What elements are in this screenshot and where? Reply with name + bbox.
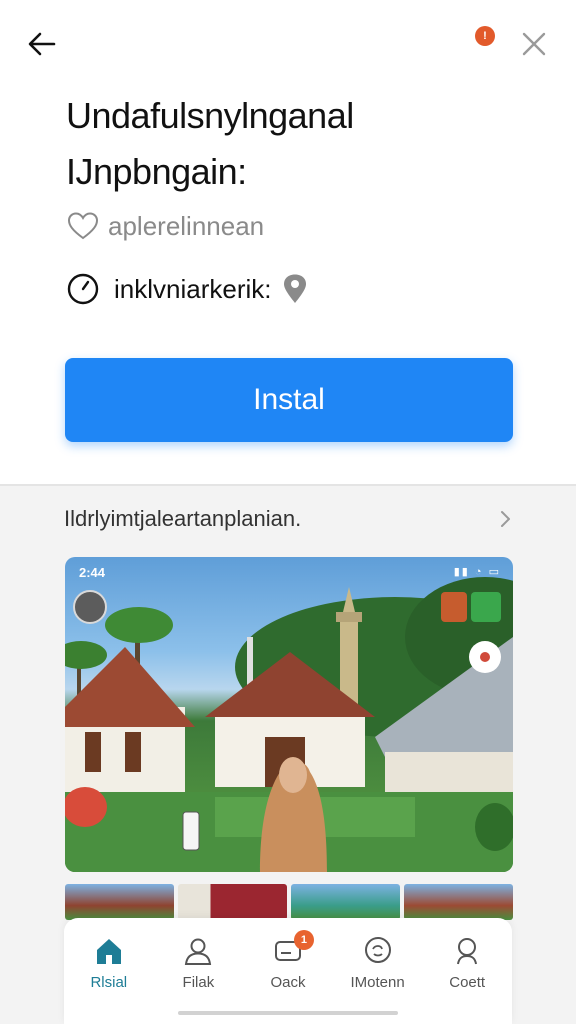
nav-label-chat: IMotenn bbox=[350, 974, 405, 991]
bottom-navigation: Rlsial Filak 1 Oack IMotenn Coett bbox=[64, 918, 512, 1024]
clock-icon bbox=[67, 273, 99, 305]
thumbnail-1[interactable] bbox=[65, 884, 174, 920]
close-icon[interactable] bbox=[516, 26, 552, 62]
notification-badge[interactable]: ! bbox=[475, 26, 495, 46]
village-scene-illustration bbox=[65, 577, 513, 872]
chevron-right-icon[interactable] bbox=[494, 508, 516, 530]
favorite-row[interactable]: aplerelinnean bbox=[66, 210, 264, 242]
avatar bbox=[73, 590, 107, 624]
home-indicator bbox=[178, 1011, 398, 1015]
status-bar-time: 2:44 bbox=[79, 565, 106, 580]
heart-icon bbox=[67, 212, 99, 240]
app-title: Undafulsnylnganal IJnpbngain: bbox=[66, 88, 536, 200]
thumbnail-3[interactable] bbox=[291, 884, 400, 920]
favorite-label: aplerelinnean bbox=[108, 210, 265, 241]
thumbnail-4[interactable] bbox=[404, 884, 513, 920]
chat-icon bbox=[364, 937, 391, 963]
search-icon bbox=[457, 938, 478, 965]
person-icon bbox=[185, 938, 212, 965]
info-row: inklvniarkerik: bbox=[66, 272, 308, 306]
app-detail-sheet: ! Undafulsnylnganal IJnpbngain: aplereli… bbox=[0, 0, 576, 484]
back-arrow-icon[interactable] bbox=[24, 26, 60, 62]
app-title-line1: Undafulsnylnganal bbox=[66, 95, 354, 136]
nav-label-card: Oack bbox=[270, 974, 306, 991]
screenshots-section-header[interactable]: Ildrlyimtjaleartanplanian. bbox=[64, 506, 516, 532]
nav-item-search[interactable]: Coett bbox=[425, 936, 509, 991]
app-screenshot[interactable]: 2:44 ▮▮ ◔ ▭ bbox=[65, 557, 513, 872]
nav-item-home[interactable]: Rlsial bbox=[67, 936, 151, 991]
nav-item-card[interactable]: 1 Oack bbox=[246, 930, 330, 991]
home-icon bbox=[96, 939, 121, 964]
screenshot-thumbnails bbox=[65, 884, 513, 920]
nav-item-profile[interactable]: Filak bbox=[156, 936, 240, 991]
nav-item-chat[interactable]: IMotenn bbox=[336, 936, 420, 991]
section-divider bbox=[0, 484, 576, 486]
status-bar-icons: ▮▮ ◔ ▭ bbox=[453, 566, 501, 578]
nav-label-home: Rlsial bbox=[90, 974, 128, 991]
location-pin-icon bbox=[283, 274, 306, 303]
nav-label-profile: Filak bbox=[182, 974, 215, 991]
info-label: inklvniarkerik: bbox=[114, 273, 272, 304]
app-title-line2: IJnpbngain: bbox=[66, 151, 247, 192]
section-title: Ildrlyimtjaleartanplanian. bbox=[64, 506, 302, 531]
nav-label-search: Coett bbox=[449, 974, 486, 991]
thumbnail-2[interactable] bbox=[178, 884, 287, 920]
install-button[interactable]: Instal bbox=[65, 358, 513, 442]
nav-badge: 1 bbox=[293, 930, 314, 950]
